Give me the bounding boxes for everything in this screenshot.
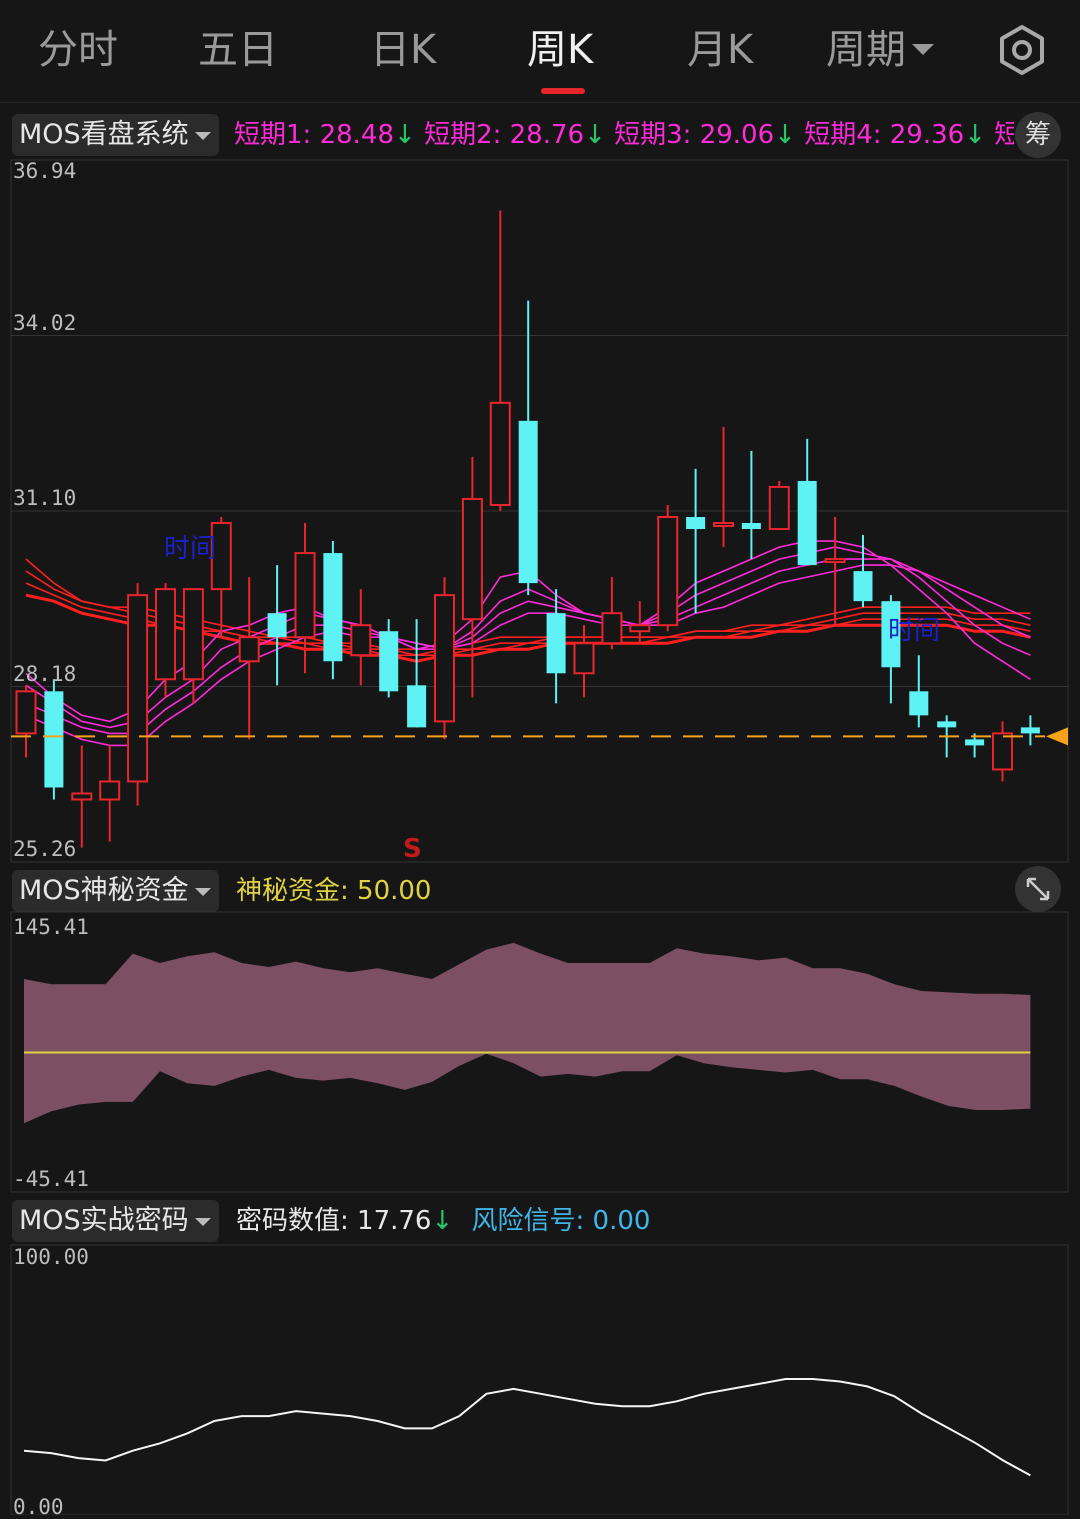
panel-frame bbox=[10, 1244, 1069, 1515]
candle-body bbox=[99, 780, 121, 801]
candle-body bbox=[797, 480, 817, 566]
ma-red-line bbox=[25, 593, 1031, 663]
candle-body bbox=[434, 594, 455, 723]
y-tick-label: 28.18 bbox=[13, 662, 77, 686]
candle-body bbox=[350, 624, 372, 657]
candle-body bbox=[155, 588, 176, 681]
candle-body bbox=[44, 691, 64, 788]
time-annotation: 时间 bbox=[888, 616, 941, 646]
y-tick-label: 100.00 bbox=[13, 1245, 89, 1269]
candle-body bbox=[686, 517, 706, 530]
candle-body bbox=[407, 685, 427, 728]
candle-body bbox=[71, 792, 93, 801]
y-tick-label: 145.41 bbox=[13, 915, 89, 939]
candle-body bbox=[323, 553, 343, 662]
y-tick-label: 25.26 bbox=[13, 837, 77, 861]
candle-body bbox=[15, 690, 37, 735]
time-annotation: 时间 bbox=[164, 534, 217, 564]
candle-body bbox=[657, 516, 679, 627]
candle-body bbox=[1020, 727, 1040, 734]
candle-body bbox=[601, 612, 623, 645]
candle-body bbox=[741, 523, 761, 530]
candle-body bbox=[267, 613, 287, 638]
candle-body bbox=[294, 552, 316, 639]
candle-body bbox=[127, 594, 149, 783]
last-price-marker bbox=[1046, 727, 1068, 746]
code-line bbox=[23, 1378, 1031, 1477]
candle-body bbox=[573, 642, 595, 675]
candle-body bbox=[713, 522, 734, 528]
candle-body bbox=[909, 691, 929, 716]
stock-chart[interactable] bbox=[0, 0, 1080, 1515]
candle-body bbox=[182, 588, 204, 681]
y-tick-label: 31.10 bbox=[13, 486, 77, 510]
candle-body bbox=[965, 739, 985, 746]
candle-body bbox=[937, 721, 957, 728]
y-tick-label: 34.02 bbox=[13, 311, 77, 335]
candle-body bbox=[489, 401, 511, 506]
candle-body bbox=[546, 613, 566, 674]
y-tick-label: 0.00 bbox=[13, 1495, 64, 1519]
candle-body bbox=[379, 631, 399, 692]
candle-body bbox=[629, 624, 651, 633]
sell-signal-marker: S bbox=[403, 834, 422, 864]
candle-body bbox=[992, 732, 1013, 771]
candle-body bbox=[824, 558, 846, 564]
candle-body bbox=[768, 485, 790, 531]
candle-body bbox=[461, 497, 483, 621]
y-tick-label: -45.41 bbox=[13, 1167, 89, 1191]
candle-body bbox=[238, 636, 260, 663]
y-tick-label: 36.94 bbox=[13, 159, 77, 183]
candle-body bbox=[518, 420, 538, 584]
fund-area bbox=[24, 942, 1031, 1124]
candle-body bbox=[853, 571, 873, 602]
